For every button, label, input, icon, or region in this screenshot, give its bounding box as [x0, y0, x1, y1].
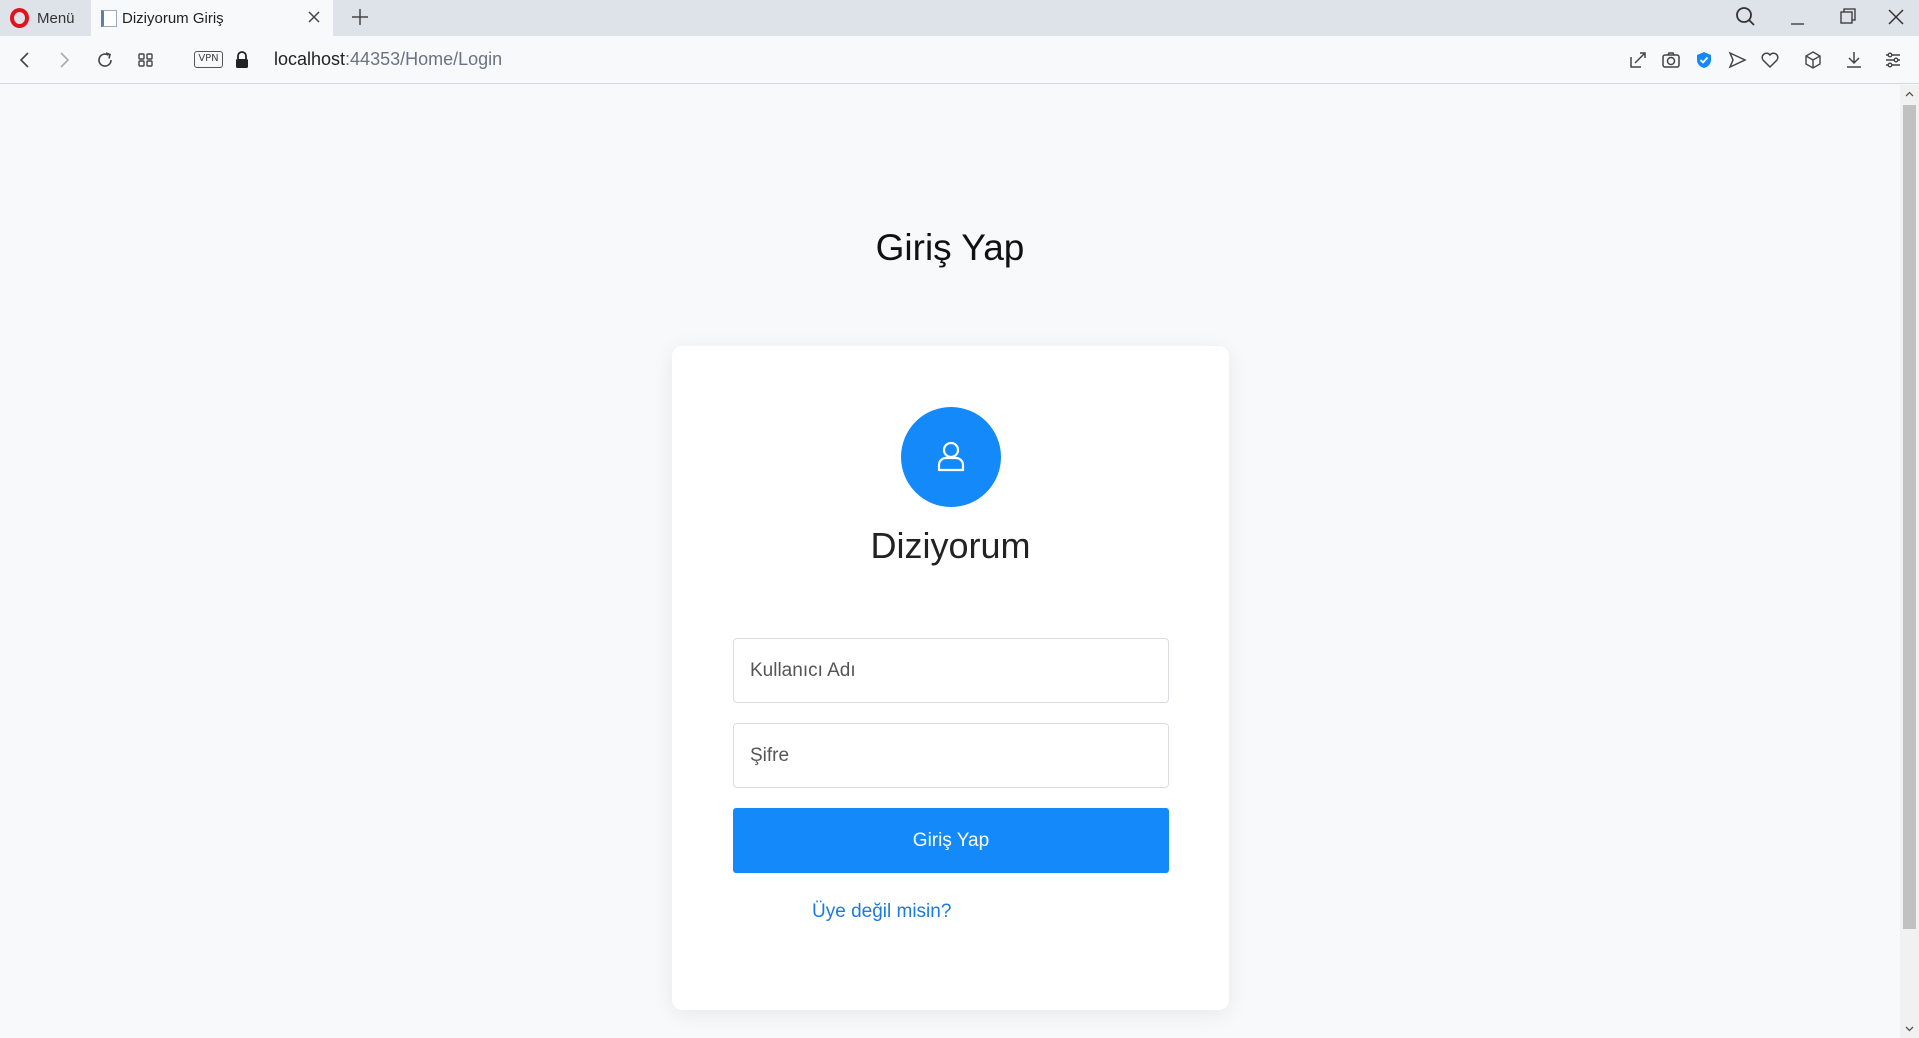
plus-icon[interactable] — [346, 3, 374, 31]
heart-icon[interactable] — [1758, 48, 1782, 72]
forward-icon[interactable] — [52, 48, 76, 72]
tab-active[interactable]: Diziyorum Giriş — [91, 0, 333, 36]
page-title: Giriş Yap — [875, 227, 1025, 268]
cube-icon[interactable] — [1801, 48, 1825, 72]
avatar — [901, 407, 1001, 507]
scroll-down-icon[interactable] — [1904, 1023, 1915, 1034]
menu-label: Menü — [37, 9, 75, 27]
password-field[interactable] — [733, 723, 1169, 788]
url-path: :44353/Home/Login — [345, 49, 503, 69]
brand-name: Diziyorum — [870, 525, 1031, 566]
register-link[interactable]: Üye değil misin? — [812, 901, 951, 923]
minimize-icon[interactable] — [1780, 2, 1814, 32]
speed-dial-icon[interactable] — [134, 48, 158, 72]
reload-icon[interactable] — [93, 48, 117, 72]
login-button[interactable]: Giriş Yap — [733, 808, 1169, 873]
send-icon[interactable] — [1725, 48, 1749, 72]
settings-icon[interactable] — [1881, 48, 1905, 72]
close-icon[interactable] — [1879, 2, 1913, 32]
snapshot-icon[interactable] — [1626, 48, 1650, 72]
page-favicon-icon — [101, 9, 117, 27]
address-bar: VPN localhost:44353/Home/Login — [0, 36, 1919, 84]
back-icon[interactable] — [13, 48, 37, 72]
download-icon[interactable] — [1842, 48, 1866, 72]
vpn-badge[interactable]: VPN — [194, 51, 223, 68]
url-field[interactable]: localhost:44353/Home/Login — [274, 49, 502, 70]
adblock-shield-icon[interactable] — [1692, 48, 1716, 72]
restore-icon[interactable] — [1830, 2, 1864, 32]
scroll-thumb[interactable] — [1903, 105, 1916, 929]
scroll-up-icon[interactable] — [1904, 89, 1915, 100]
search-icon[interactable] — [1729, 2, 1763, 32]
tab-title: Diziyorum Giriş — [122, 9, 224, 27]
opera-menu-button[interactable]: Menü — [0, 0, 90, 36]
tab-strip: Menü Diziyorum Giriş — [0, 0, 1919, 36]
close-icon[interactable] — [303, 6, 325, 28]
user-icon — [937, 441, 965, 472]
login-card: Diziyorum Giriş Yap Üye değil misin? — [672, 346, 1229, 1010]
lock-icon[interactable] — [234, 50, 250, 70]
url-host: localhost — [274, 49, 346, 69]
vertical-scrollbar[interactable] — [1900, 85, 1919, 1038]
camera-icon[interactable] — [1659, 48, 1683, 72]
username-field[interactable] — [733, 638, 1169, 703]
opera-logo-icon — [10, 8, 29, 28]
